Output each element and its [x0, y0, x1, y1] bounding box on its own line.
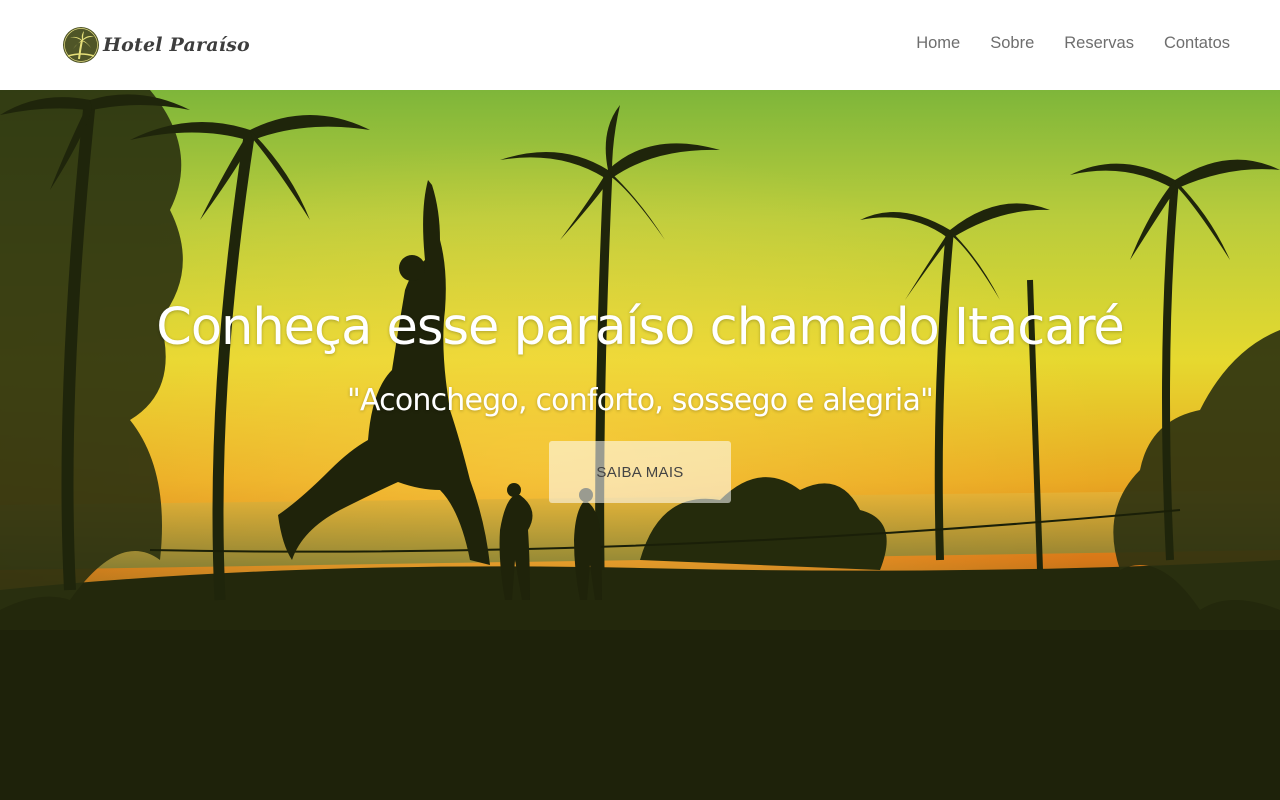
- nav-home-link[interactable]: Home: [916, 34, 960, 53]
- nav-sobre-link[interactable]: Sobre: [990, 34, 1034, 53]
- nav-contatos-link[interactable]: Contatos: [1164, 34, 1230, 53]
- logo-text: Hotel Paraíso: [103, 34, 250, 56]
- hero-subtitle: "Aconchego, conforto, sossego e alegria": [346, 383, 934, 418]
- hero-section: Conheça esse paraíso chamado Itacaré "Ac…: [0, 90, 1280, 800]
- top-navbar: Hotel Paraíso Home Sobre Reservas Contat…: [0, 0, 1280, 90]
- nav-reservas-link[interactable]: Reservas: [1064, 34, 1134, 53]
- hotel-logo[interactable]: Hotel Paraíso: [62, 25, 250, 65]
- hero-content: Conheça esse paraíso chamado Itacaré "Ac…: [0, 90, 1280, 800]
- saiba-mais-button[interactable]: SAIBA MAIS: [549, 441, 731, 503]
- hero-title: Conheça esse paraíso chamado Itacaré: [156, 298, 1125, 357]
- palm-tree-icon: [63, 27, 99, 63]
- main-nav: Home Sobre Reservas Contatos: [916, 34, 1230, 53]
